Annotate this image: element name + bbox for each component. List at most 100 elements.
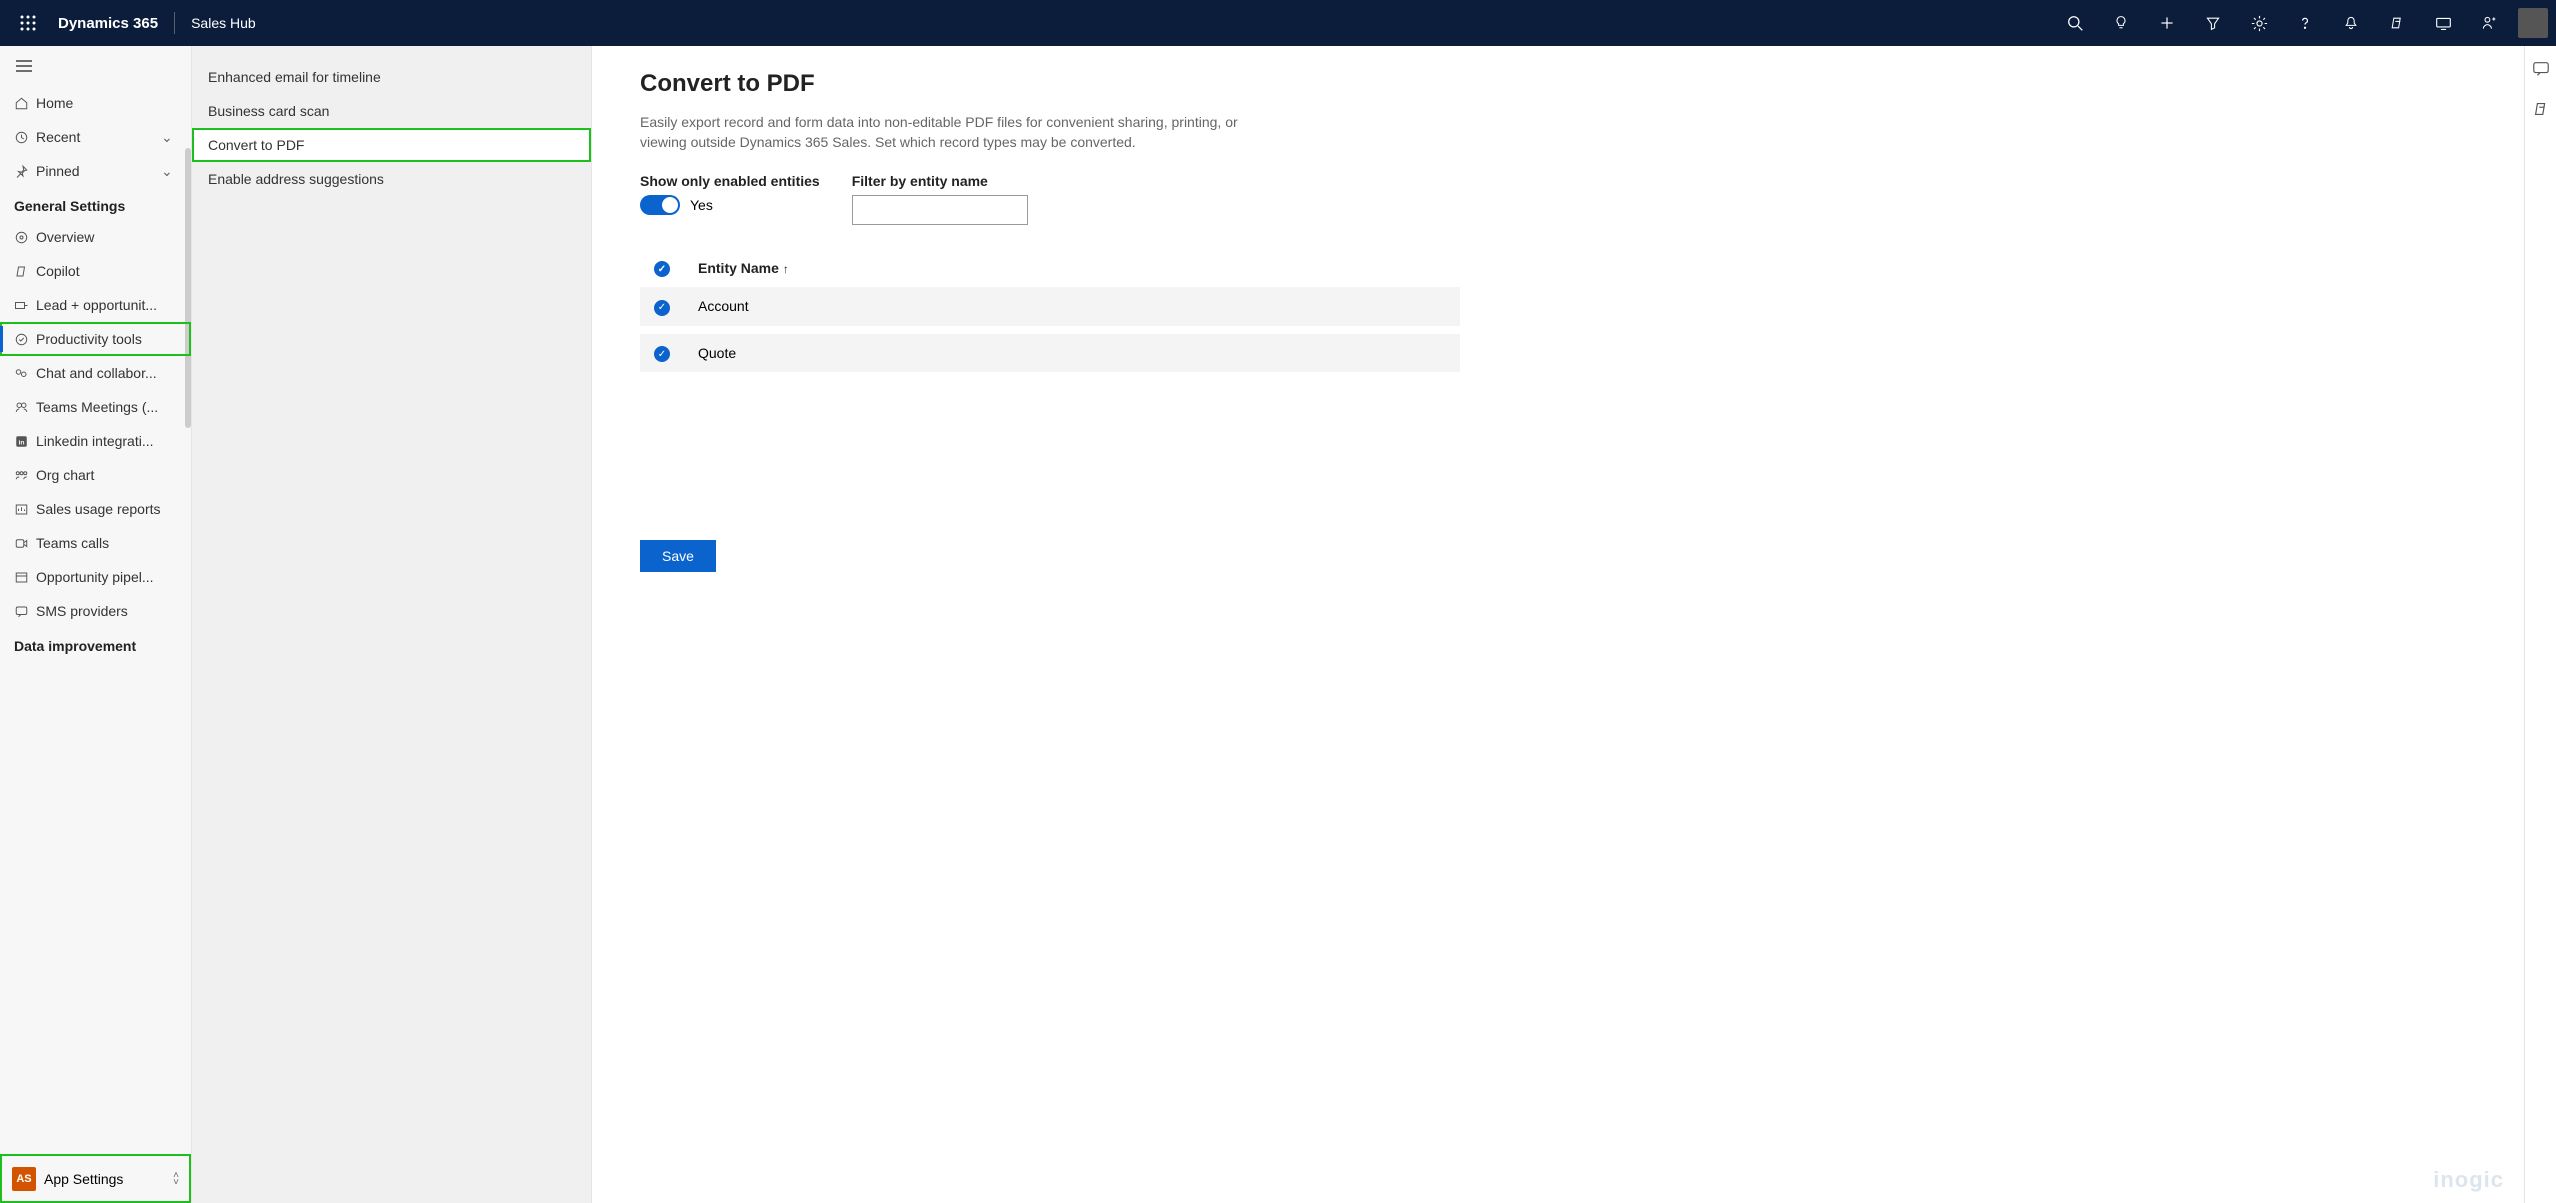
page-title: Convert to PDF: [640, 70, 2476, 98]
brand-label[interactable]: Dynamics 365: [48, 15, 168, 32]
add-icon[interactable]: [2144, 0, 2190, 46]
chevron-down-icon: ⌄: [161, 129, 177, 146]
sidebar-item-label: Sales usage reports: [36, 501, 177, 517]
sidebar-item-orgchart[interactable]: Org chart: [0, 458, 191, 492]
sort-asc-icon: ↑: [783, 262, 789, 276]
select-all-checkbox[interactable]: ✓: [654, 261, 670, 277]
main-area: Home Recent ⌄ Pinned ⌄ General Settings …: [0, 46, 2556, 1203]
filter-label: Filter by entity name: [852, 173, 1028, 189]
app-selector-footer: AS App Settings ˄˅: [0, 1154, 191, 1203]
teams-icon: [14, 400, 36, 415]
sidebar-item-linkedin[interactable]: in Linkedin integrati...: [0, 424, 191, 458]
person-icon[interactable]: [2466, 0, 2512, 46]
sp-item-business-card[interactable]: Business card scan: [192, 94, 591, 128]
watermark: inogic: [2433, 1167, 2504, 1193]
toggle-text: Yes: [690, 197, 713, 213]
gear-icon[interactable]: [2236, 0, 2282, 46]
row-checkbox[interactable]: ✓: [654, 346, 670, 362]
help-icon[interactable]: [2282, 0, 2328, 46]
sidebar-item-sms[interactable]: SMS providers: [0, 594, 191, 628]
app-selector-badge: AS: [12, 1167, 36, 1191]
sidebar-item-label: Recent: [36, 129, 161, 145]
row-checkbox[interactable]: ✓: [654, 300, 670, 316]
chat-icon: [14, 366, 36, 381]
search-icon[interactable]: [2052, 0, 2098, 46]
divider: [174, 12, 175, 34]
sp-item-address-suggestions[interactable]: Enable address suggestions: [192, 162, 591, 196]
sidebar-item-lead[interactable]: Lead + opportunit...: [0, 288, 191, 322]
sidebar-item-label: SMS providers: [36, 603, 177, 619]
svg-text:in: in: [19, 439, 25, 446]
toggle-control: Show only enabled entities Yes: [640, 173, 820, 225]
left-sidebar: Home Recent ⌄ Pinned ⌄ General Settings …: [0, 46, 192, 1203]
overview-icon: [14, 230, 36, 245]
sp-item-enhanced-email[interactable]: Enhanced email for timeline: [192, 60, 591, 94]
pipeline-icon: [14, 570, 36, 585]
sidebar-item-label: Teams calls: [36, 535, 177, 551]
avatar[interactable]: [2518, 8, 2548, 38]
hamburger-icon[interactable]: [0, 46, 191, 86]
table-row[interactable]: ✓ Quote: [640, 330, 1460, 377]
sp-item-convert-pdf[interactable]: Convert to PDF: [192, 128, 591, 162]
sidebar-item-label: Lead + opportunit...: [36, 297, 177, 313]
chat-panel-icon[interactable]: [2532, 60, 2550, 78]
productivity-icon: [14, 332, 36, 347]
app-selector-label: App Settings: [44, 1171, 165, 1187]
sidebar-item-teams-meetings[interactable]: Teams Meetings (...: [0, 390, 191, 424]
content-area: Convert to PDF Easily export record and …: [592, 46, 2524, 1203]
report-icon: [14, 502, 36, 517]
copilot-icon: [14, 264, 36, 279]
screen-icon[interactable]: [2420, 0, 2466, 46]
sidebar-item-productivity-tools[interactable]: Productivity tools: [0, 322, 191, 356]
sidebar-item-pinned[interactable]: Pinned ⌄: [0, 154, 191, 188]
sidebar-item-overview[interactable]: Overview: [0, 220, 191, 254]
app-selector[interactable]: AS App Settings ˄˅: [8, 1163, 183, 1195]
right-rail: [2524, 46, 2556, 1203]
sp-item-label: Enable address suggestions: [208, 171, 384, 187]
page-description: Easily export record and form data into …: [640, 112, 1260, 153]
copilot-icon[interactable]: [2374, 0, 2420, 46]
filter-input[interactable]: [852, 195, 1028, 225]
sidebar-item-sales-usage[interactable]: Sales usage reports: [0, 492, 191, 526]
pin-icon: [14, 164, 36, 179]
sidebar-item-label: Linkedin integrati...: [36, 433, 177, 449]
app-name-label[interactable]: Sales Hub: [181, 15, 266, 31]
sidebar-item-label: Productivity tools: [36, 331, 177, 347]
entity-cell: Quote: [684, 330, 1460, 377]
copilot-panel-icon[interactable]: [2532, 100, 2550, 118]
lightbulb-icon[interactable]: [2098, 0, 2144, 46]
column-header-entity[interactable]: Entity Name↑: [684, 249, 1460, 288]
app-launcher-icon[interactable]: [8, 15, 48, 31]
sidebar-item-label: Overview: [36, 229, 177, 245]
sp-item-label: Convert to PDF: [208, 137, 304, 153]
table-row[interactable]: ✓ Account: [640, 287, 1460, 330]
sidebar-item-label: Opportunity pipel...: [36, 569, 177, 585]
sidebar-item-label: Chat and collabor...: [36, 365, 177, 381]
sms-icon: [14, 604, 36, 619]
save-button[interactable]: Save: [640, 540, 716, 572]
sidebar-item-label: Copilot: [36, 263, 177, 279]
filter-icon[interactable]: [2190, 0, 2236, 46]
sp-item-label: Enhanced email for timeline: [208, 69, 381, 85]
sidebar-item-label: Org chart: [36, 467, 177, 483]
sidebar-item-label: Pinned: [36, 163, 161, 179]
home-icon: [14, 96, 36, 111]
sidebar-item-opportunity-pipeline[interactable]: Opportunity pipel...: [0, 560, 191, 594]
bell-icon[interactable]: [2328, 0, 2374, 46]
sidebar-item-copilot[interactable]: Copilot: [0, 254, 191, 288]
sidebar-item-chat[interactable]: Chat and collabor...: [0, 356, 191, 390]
sidebar-item-recent[interactable]: Recent ⌄: [0, 120, 191, 154]
entity-table: ✓ Entity Name↑ ✓ Account ✓ Quote: [640, 249, 1460, 381]
secondary-panel: Enhanced email for timeline Business car…: [192, 46, 592, 1203]
clock-icon: [14, 130, 36, 145]
entity-cell: Account: [684, 287, 1460, 330]
chevron-down-icon: ⌄: [161, 163, 177, 180]
enabled-entities-toggle[interactable]: [640, 195, 680, 215]
sp-item-label: Business card scan: [208, 103, 329, 119]
sidebar-section-general: General Settings: [0, 188, 191, 220]
topbar: Dynamics 365 Sales Hub: [0, 0, 2556, 46]
sidebar-item-label: Teams Meetings (...: [36, 399, 177, 415]
lead-icon: [14, 298, 36, 313]
sidebar-item-home[interactable]: Home: [0, 86, 191, 120]
sidebar-item-teams-calls[interactable]: Teams calls: [0, 526, 191, 560]
